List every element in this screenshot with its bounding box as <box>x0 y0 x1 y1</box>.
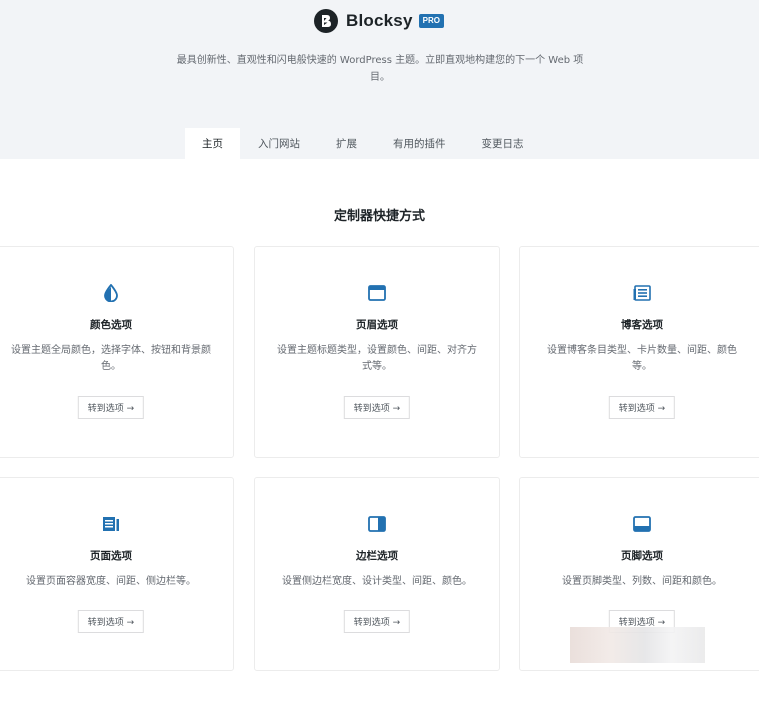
blocksy-logo-icon <box>314 9 338 33</box>
tagline: 最具创新性、直观性和闪电般快速的 WordPress 主题。立即直观地构建您的下… <box>176 55 584 83</box>
header: Blocksy PRO 最具创新性、直观性和闪电般快速的 WordPress 主… <box>0 0 759 159</box>
go-to-options-button[interactable]: 转到选项 → <box>77 396 145 419</box>
tab-home[interactable]: 主页 <box>185 128 240 159</box>
card-title: 颜色选项 <box>90 319 132 331</box>
card-title: 边栏选项 <box>356 550 398 562</box>
blog-icon <box>520 283 759 303</box>
tab-starter-sites[interactable]: 入门网站 <box>240 128 318 159</box>
card-desc: 设置侧边栏宽度、设计类型、间距、颜色。 <box>282 576 472 587</box>
card-page: 页面选项 设置页面容器宽度、间距、侧边栏等。 转到选项 → <box>0 477 234 671</box>
card-desc: 设置主题标题类型，设置颜色、间距、对齐方式等。 <box>277 345 477 372</box>
section-title: 定制器快捷方式 <box>333 209 425 224</box>
pro-badge: PRO <box>418 14 444 28</box>
page-icon <box>0 514 233 534</box>
card-desc: 设置页面容器宽度、间距、侧边栏等。 <box>26 576 196 587</box>
footer-icon <box>520 514 759 534</box>
brand-name: Blocksy <box>346 11 413 30</box>
card-desc: 设置主题全局颜色，选择字体、按钮和背景颜色。 <box>11 345 211 372</box>
card-title: 博客选项 <box>621 319 663 331</box>
card-title: 页面选项 <box>90 550 132 562</box>
window-icon <box>255 283 499 303</box>
go-to-options-button[interactable]: 转到选项 → <box>608 396 676 419</box>
card-desc: 设置博客条目类型、卡片数量、间距、颜色等。 <box>547 345 737 372</box>
go-to-options-button[interactable]: 转到选项 → <box>608 610 676 633</box>
card-sidebar: 边栏选项 设置侧边栏宽度、设计类型、间距、颜色。 转到选项 → <box>254 477 500 671</box>
go-to-options-button[interactable]: 转到选项 → <box>343 610 411 633</box>
go-to-options-button[interactable]: 转到选项 → <box>343 396 411 419</box>
card-desc: 设置页脚类型、列数、间距和颜色。 <box>562 576 722 587</box>
card-footer: 页脚选项 设置页脚类型、列数、间距和颜色。 转到选项 → <box>519 477 759 671</box>
go-to-options-button[interactable]: 转到选项 → <box>77 610 145 633</box>
tab-changelog[interactable]: 变更日志 <box>464 128 542 159</box>
brand: Blocksy PRO <box>314 8 444 34</box>
tab-useful-plugins[interactable]: 有用的插件 <box>375 128 464 159</box>
card-header: 页眉选项 设置主题标题类型，设置颜色、间距、对齐方式等。 转到选项 → <box>254 246 500 458</box>
sidebar-icon <box>255 514 499 534</box>
card-title: 页脚选项 <box>621 550 663 562</box>
card-colors: 颜色选项 设置主题全局颜色，选择字体、按钮和背景颜色。 转到选项 → <box>0 246 234 458</box>
droplet-icon <box>0 283 233 303</box>
tabs: 主页 入门网站 扩展 有用的插件 变更日志 <box>185 128 542 159</box>
card-title: 页眉选项 <box>356 319 398 331</box>
card-blog: 博客选项 设置博客条目类型、卡片数量、间距、颜色等。 转到选项 → <box>519 246 759 458</box>
tab-extensions[interactable]: 扩展 <box>318 128 375 159</box>
